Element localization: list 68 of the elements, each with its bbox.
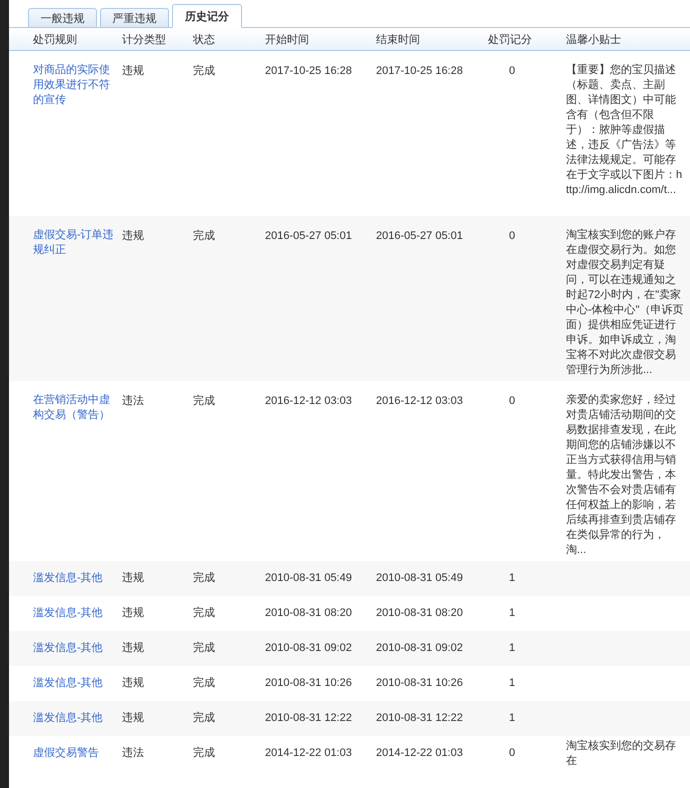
column-header: 处罚规则 xyxy=(33,32,78,46)
rule-link[interactable]: 滥发信息-其他 xyxy=(33,571,120,586)
table-cell-text: 2017-10-25 16:28 xyxy=(376,64,464,79)
column-header: 结束时间 xyxy=(376,32,421,46)
rule-link[interactable]: 对商品的实际使用效果进行不符的宣传 xyxy=(33,63,120,108)
table-cell-text: 2014-12-22 01:03 xyxy=(265,746,353,761)
rule-link[interactable]: 在营销活动中虚构交易（警告） xyxy=(33,393,120,423)
rule-link[interactable]: 滥发信息-其他 xyxy=(33,676,120,691)
table-cell-text: 2016-05-27 05:01 xyxy=(265,229,353,244)
table-cell-text: 2016-05-27 05:01 xyxy=(376,229,464,244)
column-header: 开始时间 xyxy=(265,32,310,46)
table-cell-text: 0 xyxy=(508,64,516,79)
tab[interactable]: 严重违规 xyxy=(100,8,169,28)
column-header: 温馨小贴士 xyxy=(566,32,622,46)
table-cell-text: 2016-12-12 03:03 xyxy=(376,394,464,409)
table-cell-text: 完成 xyxy=(193,640,216,656)
table-cell-text: 完成 xyxy=(193,676,216,691)
table-cell-text: 0 xyxy=(508,229,516,244)
table-cell-text: 违法 xyxy=(122,394,145,409)
rule-link[interactable]: 滥发信息-其他 xyxy=(33,711,120,726)
table-cell-text: 2017-10-25 16:28 xyxy=(265,64,353,79)
table-cell-text: 违规 xyxy=(122,64,145,79)
table-cell-text: 1 xyxy=(508,571,516,586)
tip-text: 淘宝核实到您的交易存在 xyxy=(566,738,677,768)
column-header: 处罚记分 xyxy=(488,32,533,46)
table-cell-text: 1 xyxy=(508,711,516,726)
table-cell-text: 完成 xyxy=(193,394,216,409)
table-cell-text: 违法 xyxy=(122,746,145,761)
table-cell-text: 完成 xyxy=(193,606,216,621)
table-cell-text: 0 xyxy=(508,746,516,761)
table-cell-text: 2010-08-31 10:26 xyxy=(265,676,353,691)
table-cell-text: 2010-08-31 10:26 xyxy=(376,676,464,691)
table-cell-text: 2010-08-31 12:22 xyxy=(376,711,464,726)
table-cell-text: 0 xyxy=(508,394,516,409)
table-cell-text: 完成 xyxy=(193,710,216,726)
table-cell-text: 2010-08-31 09:02 xyxy=(265,641,353,656)
table-cell-text: 2016-12-12 03:03 xyxy=(265,394,353,409)
table-cell-text: 完成 xyxy=(193,228,216,244)
table-cell-text: 违规 xyxy=(122,711,145,726)
table-cell-text: 2010-08-31 08:20 xyxy=(265,606,353,621)
rule-link[interactable]: 虚假交易警告 xyxy=(33,746,120,761)
column-header: 状态 xyxy=(193,32,216,46)
table-cell-text: 1 xyxy=(508,606,516,621)
tab[interactable]: 一般违规 xyxy=(28,8,97,28)
tip-text: 亲爱的卖家您好，经过对贵店铺活动期间的交易数据排查发现，在此期间您的店铺涉嫌以不正当方式获得信用与销量。特此发出警告，本次警告不会对贵店铺有任何权益上的影响，若后续再排查到贵店铺存在类似异常的行为，淘... xyxy=(566,393,677,558)
table-cell-text: 2014-12-22 01:03 xyxy=(376,746,464,761)
table-cell-text: 2010-08-31 09:02 xyxy=(376,641,464,656)
rule-link[interactable]: 滥发信息-其他 xyxy=(33,606,120,621)
table-cell-text: 违规 xyxy=(122,641,145,656)
tip-text: 【重要】您的宝贝描述（标题、卖点、主副图、详情图文）中可能含有（包含但不限于）：脓肿等虚假描述，违反《广告法》等法律法规规定。可能存在于文字或以下图片：http://img.alicdn.com/t... xyxy=(566,63,684,198)
tab[interactable]: 历史记分 xyxy=(172,4,242,28)
table-cell-text: 违规 xyxy=(122,571,145,586)
rule-link[interactable]: 滥发信息-其他 xyxy=(33,641,120,656)
table-cell-text: 2010-08-31 05:49 xyxy=(265,571,353,586)
table-cell-text: 1 xyxy=(508,641,516,656)
table-cell-text: 违规 xyxy=(122,229,145,244)
table-cell-text: 2010-08-31 12:22 xyxy=(265,711,353,726)
column-header: 计分类型 xyxy=(122,32,167,46)
table-cell-text: 违规 xyxy=(122,676,145,691)
table-cell-text: 完成 xyxy=(193,746,216,761)
table-cell-text: 违规 xyxy=(122,606,145,621)
table-cell-text: 2010-08-31 08:20 xyxy=(376,606,464,621)
rule-link[interactable]: 虚假交易-订单违规纠正 xyxy=(33,228,120,258)
table-cell-text: 完成 xyxy=(193,64,216,79)
table-cell-text: 1 xyxy=(508,676,516,691)
table-cell-text: 完成 xyxy=(193,570,216,586)
tip-text: 淘宝核实到您的账户存在虚假交易行为。如您对虚假交易判定有疑问，可以在违规通知之时起72小时内，在"卖家中心-体检中心"（申诉页面）提供相应凭证进行申诉。如申诉成立，淘宝将不对此次虚假交易管理行为所涉批... xyxy=(566,228,684,378)
table-cell-text: 2010-08-31 05:49 xyxy=(376,571,464,586)
